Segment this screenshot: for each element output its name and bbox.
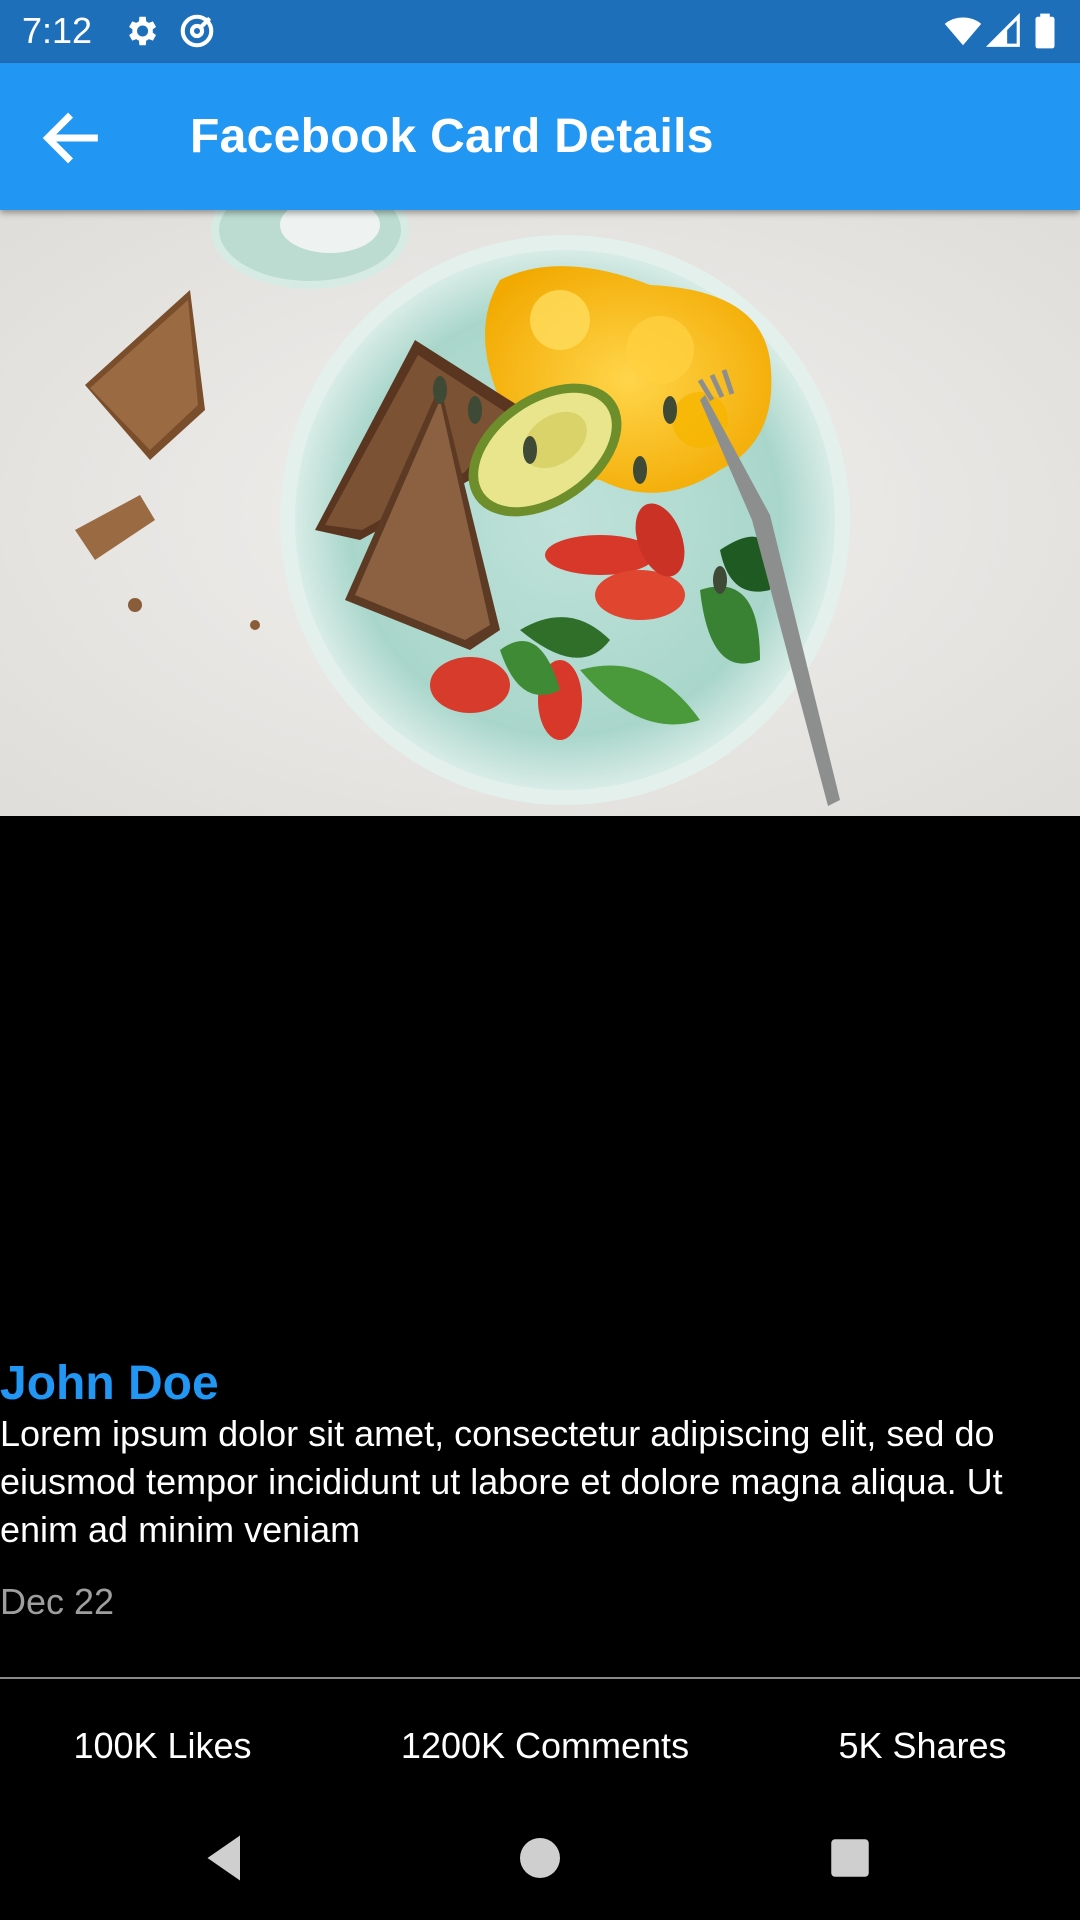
cellular-signal-icon bbox=[985, 12, 1020, 47]
hero-image bbox=[0, 210, 1080, 816]
at-sign-icon bbox=[180, 14, 214, 48]
author-name[interactable]: John Doe bbox=[0, 1355, 219, 1413]
system-nav-bar bbox=[0, 1800, 1080, 1920]
app-bar: Facebook Card Details bbox=[0, 63, 1080, 210]
wifi-icon bbox=[944, 17, 982, 46]
status-time: 7:12 bbox=[22, 10, 93, 51]
comments-count[interactable]: 1200K Comments bbox=[395, 1724, 695, 1768]
gear-icon bbox=[129, 16, 157, 46]
recents-square-icon[interactable] bbox=[820, 1828, 880, 1888]
divider bbox=[0, 1677, 1080, 1679]
breakfast-plate-illustration bbox=[0, 210, 1080, 816]
battery-icon bbox=[1035, 13, 1055, 49]
post-body: Lorem ipsum dolor sit amet, consectetur … bbox=[0, 1413, 1003, 1550]
post-date: Dec 22 bbox=[0, 1581, 115, 1622]
arrow-back-icon[interactable] bbox=[36, 103, 106, 173]
status-bar: 7:12 bbox=[0, 0, 1080, 63]
likes-count[interactable]: 100K Likes bbox=[60, 1724, 265, 1768]
shares-count[interactable]: 5K Shares bbox=[835, 1724, 1010, 1768]
home-circle-icon[interactable] bbox=[510, 1828, 570, 1888]
back-triangle-icon[interactable] bbox=[195, 1828, 255, 1888]
page-title: Facebook Card Details bbox=[190, 110, 714, 163]
